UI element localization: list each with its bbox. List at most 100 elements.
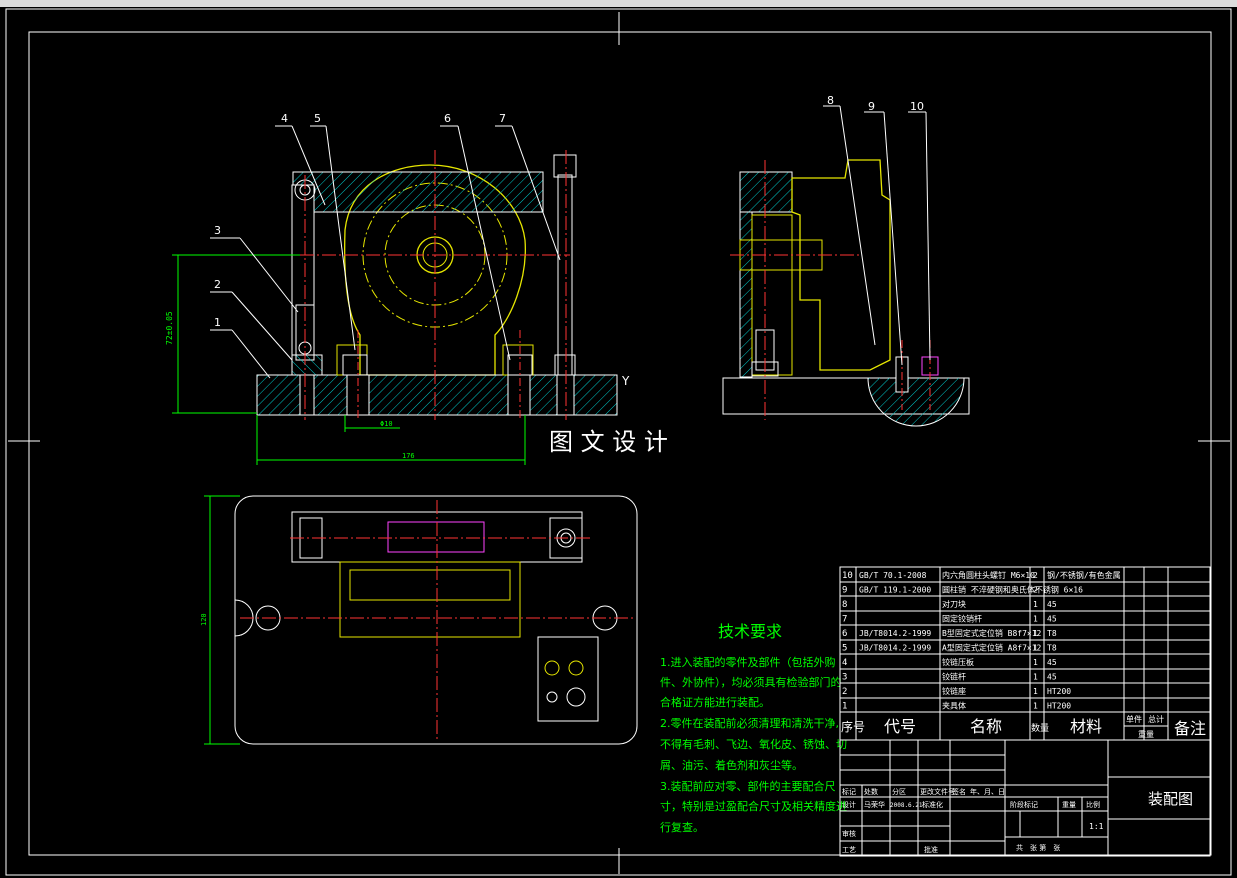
tb-designer: 马荣华 (864, 800, 885, 809)
tech-line-2: 件、外协件），均必须具有检验部门的 (660, 675, 842, 689)
bom-cell-material: 45 (1047, 673, 1057, 682)
tech-line-4: 2.零件在装配前必须清理和清洗干净, (660, 716, 839, 730)
bom-cell-name: A型固定式定位销 A8f7×12 (942, 643, 1042, 653)
bom-cell-no: 2 (842, 687, 847, 697)
balloon-9: 9 (868, 100, 875, 113)
tb-standard-label: 标准化 (922, 800, 943, 809)
bom-cell-material: T8 (1047, 644, 1057, 653)
bom-cell-name: 圆柱销 不淬硬钢和奥氏体不锈钢 6×16 (942, 585, 1083, 595)
top-strip (0, 0, 1237, 7)
bom-cell-qty: 1 (1033, 615, 1038, 624)
balloon-6: 6 (444, 112, 451, 125)
tb-date: 2008.6.21 (890, 802, 923, 809)
bom-cell-name: 铰链压板 (942, 657, 974, 667)
bom-cell-name: 固定铰销杆 (942, 614, 982, 624)
balloon-5: 5 (314, 112, 321, 125)
bom-cell-no: 5 (842, 644, 847, 654)
bom-cell-material: 45 (1047, 658, 1057, 667)
tb-sign-label: 签名 (952, 787, 966, 796)
tb-review-label: 审核 (842, 829, 856, 838)
bom-cell-qty: 1 (1033, 600, 1038, 609)
dim-bore: Φ10 (380, 420, 393, 428)
bom-table: 10 GB/T 70.1-2008 内六角圆柱头螺钉 M6×102 钢/不锈钢/有色金… (839, 566, 1211, 741)
cad-drawing: Y 72±0.05 176 Φ10 1 2 3 4 5 6 7 图 文 设 计 (0, 0, 1237, 876)
dim-width: 176 (402, 452, 415, 460)
tb-approve-label: 批准 (924, 845, 938, 854)
side-view: 8 9 10 (722, 94, 970, 427)
bom-cell-no: 3 (842, 673, 847, 683)
balloon-2: 2 (214, 278, 221, 291)
dim-plan-height: 120 (200, 613, 208, 626)
top-view: 120 (200, 495, 638, 745)
front-view: Y 72±0.05 176 Φ10 1 2 3 4 5 6 7 (165, 112, 630, 465)
tech-line-1: 1.进入装配的零件及部件（包括外购 (660, 655, 836, 669)
tech-line-8: 寸，特别是过盈配合尺寸及相关精度进 (660, 799, 847, 813)
bom-cell-name: 铰链杆 (942, 672, 966, 682)
tb-stage-label: 阶段标记 (1010, 800, 1038, 809)
bom-cell-material: T8 (1047, 629, 1057, 638)
bom-header-code: 代号 (884, 717, 916, 736)
tb-scale: 1:1 (1089, 822, 1104, 831)
balloon-10: 10 (910, 100, 924, 113)
bom-cell-qty: 2 (1033, 571, 1038, 580)
bom-cell-no: 10 (842, 571, 853, 581)
tb-change-label: 更改文件号 (920, 787, 955, 796)
bom-header-no: 序号 (841, 719, 865, 734)
tech-line-7: 3.装配前应对零、部件的主要配合尺 (660, 779, 836, 793)
bom-header-qty: 数量 (1031, 722, 1049, 734)
bom-cell-code: GB/T 119.1-2000 (859, 586, 931, 595)
bom-cell-code: GB/T 70.1-2008 (859, 571, 927, 580)
balloon-4: 4 (281, 112, 288, 125)
bom-header-material: 材料 (1070, 717, 1102, 736)
tb-design-label: 设计 (842, 800, 856, 809)
tb-zone-label: 分区 (892, 787, 906, 796)
tb-count-label: 处数 (864, 787, 878, 796)
tech-requirements: 技术要求 1.进入装配的零件及部件（包括外购 件、外协件），均必须具有检验部门的… (660, 622, 847, 834)
tech-line-6: 屑、油污、着色剂和灰尘等。 (660, 758, 803, 772)
bom-cell-name: 铰链座 (942, 686, 966, 696)
bom-header-name: 名称 (970, 717, 1002, 736)
axis-letter: Y (621, 374, 630, 388)
bom-cell-material: 钢/不锈钢/有色金属 (1047, 570, 1121, 580)
tb-sheets: 共 张 第 张 (1016, 843, 1060, 852)
bom-cell-qty: 1 (1033, 658, 1038, 667)
tb-weight-label: 重量 (1062, 801, 1076, 809)
tech-title: 技术要求 (718, 622, 782, 641)
bom-cell-no: 9 (842, 586, 847, 596)
balloon-7: 7 (499, 112, 506, 125)
dim-height-ref: 72±0.05 (165, 311, 174, 345)
watermark: 图 文 设 计 (549, 428, 668, 456)
balloon-8: 8 (827, 94, 834, 107)
tech-line-5: 不得有毛刺、飞边、氧化皮、锈蚀、切 (660, 737, 847, 751)
bom-cell-code: JB/T8014.2-1999 (859, 644, 931, 653)
bom-header-total: 总计 (1148, 714, 1164, 724)
tb-process-label: 工艺 (842, 846, 856, 854)
bom-cell-no: 7 (842, 615, 847, 625)
title-block: 标记 处数 分区 更改文件号 签名 年、月、日 设计 马荣华 2008.6.21… (839, 739, 1211, 857)
bom-cell-qty: 1 (1033, 644, 1038, 653)
bom-cell-qty: 1 (1033, 702, 1038, 711)
bom-cell-name: B型固定式定位销 B8f7×12 (942, 628, 1042, 638)
bom-cell-material: 45 (1047, 600, 1057, 609)
bom-cell-material: HT200 (1047, 702, 1071, 711)
tb-scale-label: 比例 (1086, 800, 1100, 809)
bom-cell-no: 6 (842, 629, 847, 639)
tb-mark-label: 标记 (842, 787, 856, 796)
balloon-1: 1 (214, 316, 221, 329)
bom-cell-name: 内六角圆柱头螺钉 M6×10 (942, 570, 1035, 580)
bom-cell-material: 45 (1047, 615, 1057, 624)
balloon-3: 3 (214, 224, 221, 237)
drawing-title: 装配图 (1148, 790, 1193, 808)
bom-cell-name: 夹具体 (942, 701, 966, 711)
bom-cell-qty: 1 (1033, 673, 1038, 682)
bom-cell-qty: 1 (1033, 687, 1038, 696)
bom-header-unit: 单件 (1126, 714, 1142, 724)
tech-line-3: 合格证方能进行装配。 (660, 695, 770, 709)
bom-cell-qty: 1 (1033, 629, 1038, 638)
bom-cell-no: 4 (842, 658, 847, 668)
bom-header-weight: 重量 (1138, 729, 1154, 739)
tb-date-label: 年、月、日 (970, 787, 1005, 796)
tech-line-9: 行复查。 (660, 820, 704, 834)
bom-cell-qty: 2 (1033, 586, 1038, 595)
bom-cell-no: 8 (842, 600, 847, 610)
